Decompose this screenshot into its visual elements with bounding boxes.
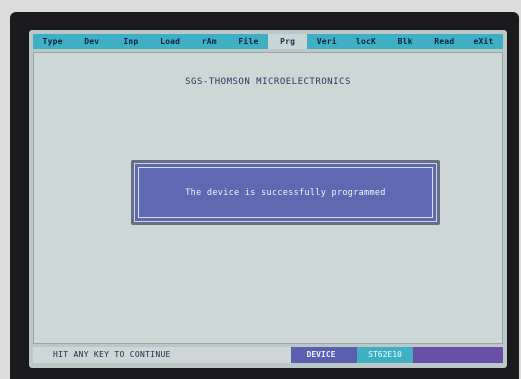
menu-item-veri[interactable]: Veri [307,34,346,49]
menu-item-exit[interactable]: eXit [464,34,503,49]
menu-item-prg[interactable]: Prg [268,34,308,49]
status-bar: HIT ANY KEY TO CONTINUE DEVICE ST62E10 [33,347,503,363]
screen: Type Dev Inp Load rAm File Prg Veri locK… [29,30,507,368]
menu-item-dev[interactable]: Dev [72,34,111,49]
page-title: SGS-THOMSON MICROELECTRONICS [185,77,351,87]
menu-item-read[interactable]: Read [425,34,464,49]
status-message: HIT ANY KEY TO CONTINUE [53,350,171,359]
dialog-message: The device is successfully programmed [185,187,386,198]
device-label: DEVICE [291,347,351,363]
menu-item-load[interactable]: Load [151,34,190,49]
dialog-frame: The device is successfully programmed [138,167,433,218]
menu-item-inp[interactable]: Inp [111,34,150,49]
status-tail [413,347,503,363]
message-dialog: The device is successfully programmed [134,163,437,222]
menu-item-ram[interactable]: rAm [190,34,229,49]
device-value: ST62E10 [357,347,413,363]
menu-item-file[interactable]: File [229,34,268,49]
main-panel: SGS-THOMSON MICROELECTRONICS The device … [33,52,503,344]
menu-item-type[interactable]: Type [33,34,72,49]
menu-bar: Type Dev Inp Load rAm File Prg Veri locK… [33,34,503,49]
menu-item-blk[interactable]: Blk [386,34,425,49]
menu-item-lock[interactable]: locK [346,34,385,49]
